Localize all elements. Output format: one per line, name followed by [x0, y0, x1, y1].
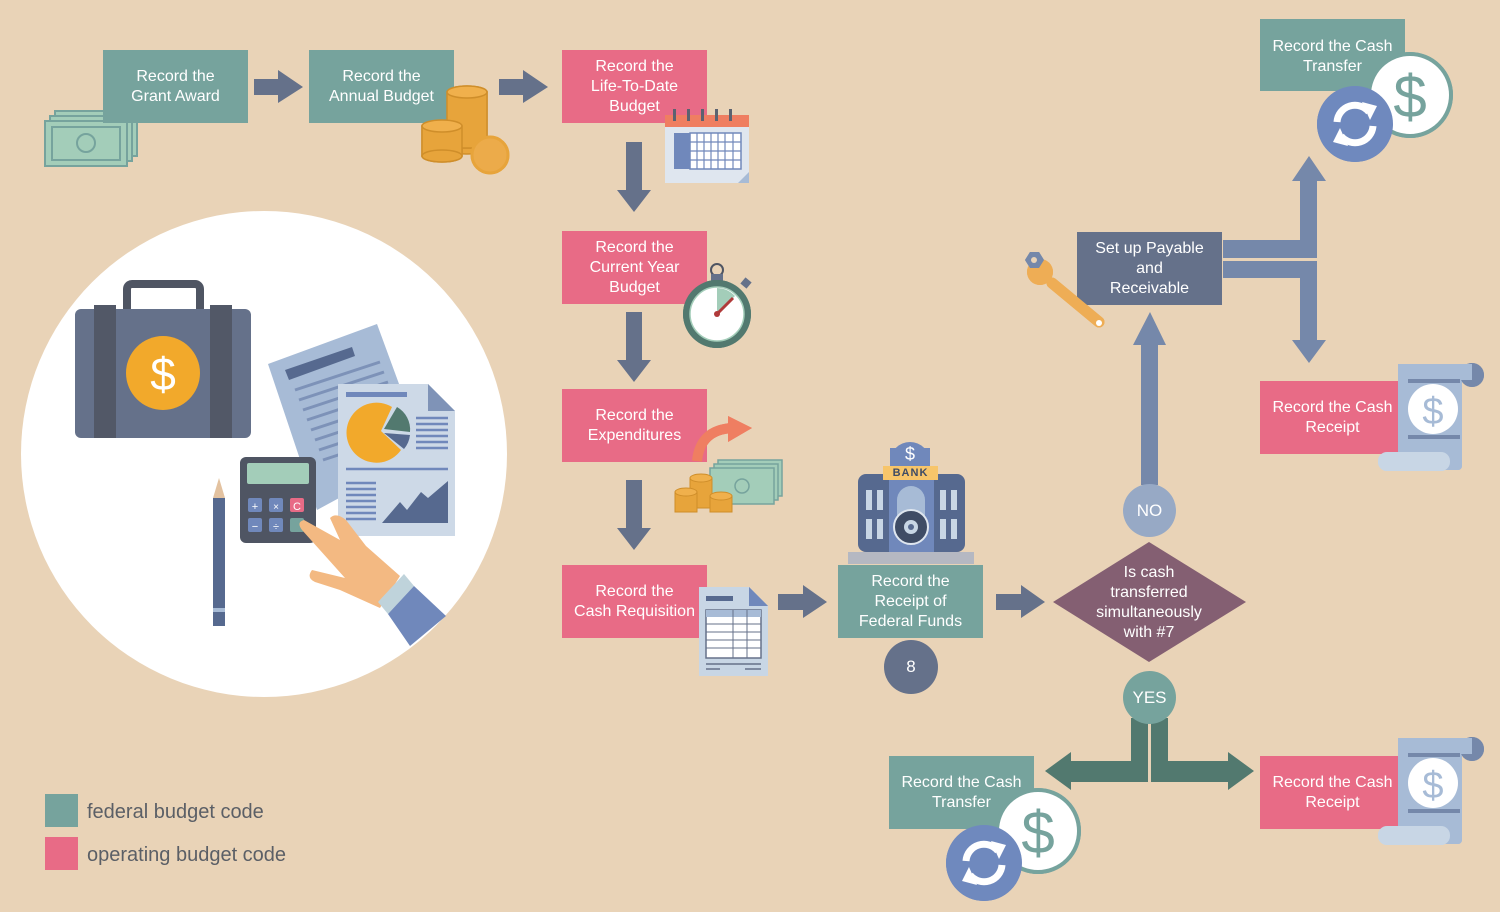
svg-text:$: $ — [1422, 391, 1443, 433]
legend-label-operating: operating budget code — [87, 844, 287, 866]
arrow-lifetodate-to-currentyear — [617, 142, 651, 212]
arrow-grant-to-annual — [254, 70, 303, 103]
svg-text:×: × — [273, 502, 279, 513]
arrow-payable-to-transfer — [1223, 156, 1326, 258]
node-cash-receipt-top[interactable]: Record the Cash Receipt — [1260, 381, 1405, 454]
arrow-yes-to-receipt — [1151, 718, 1254, 790]
arrow-federal-to-decision — [996, 585, 1045, 618]
arrow-payable-to-receipt — [1223, 261, 1326, 363]
svg-text:C: C — [293, 501, 301, 513]
pencil-icon — [213, 478, 225, 626]
arrow-no-to-payable — [1133, 312, 1166, 485]
no-branch-label: NO — [1123, 484, 1176, 537]
svg-text:−: − — [252, 521, 258, 533]
arrow-currentyear-to-expenditures — [617, 312, 651, 382]
sync-icon — [1317, 86, 1393, 162]
node-cash-receipt-bottom[interactable]: Record the Cash Receipt — [1260, 756, 1405, 829]
legend-label-federal: federal budget code — [87, 801, 264, 823]
bank-dollar-icon: $ — [904, 443, 915, 464]
node-cash-requisition[interactable]: Record the Cash Requisition — [562, 565, 707, 638]
node-cash-transfer-bottom[interactable]: Record the Cash Transfer — [889, 756, 1034, 829]
arrow-requisition-to-federal — [778, 585, 827, 618]
decision-question: Is cash transferred simultaneously with … — [1096, 564, 1202, 641]
cash-and-coins-icon — [674, 459, 783, 513]
node-grant-award[interactable]: Record the Grant Award — [103, 50, 248, 123]
svg-text:$: $ — [1422, 765, 1443, 807]
sync-icon — [946, 825, 1022, 901]
node-receipt-federal-funds[interactable]: Record the Receipt of Federal Funds — [838, 565, 983, 638]
node-life-to-date-budget[interactable]: Record the Life-To-Date Budget — [562, 50, 707, 123]
node-cash-transfer-top[interactable]: Record the Cash Transfer — [1260, 19, 1405, 91]
bank-sign: BANK — [892, 467, 929, 479]
arrow-annual-to-lifetodate — [499, 70, 548, 103]
node-annual-budget[interactable]: Record the Annual Budget — [309, 50, 454, 123]
arrow-yes-to-transfer — [1045, 718, 1148, 790]
yes-branch-label: YES — [1123, 671, 1176, 724]
legend-swatch-operating — [45, 837, 78, 870]
node-current-year-budget[interactable]: Record the Current Year Budget — [562, 231, 707, 304]
svg-text:+: + — [252, 501, 258, 513]
svg-text:$: $ — [150, 348, 176, 400]
node-expenditures[interactable]: Record the Expenditures — [562, 389, 707, 462]
node-payable-receivable[interactable]: Set up Payable and Receivable — [1077, 232, 1222, 305]
arrow-expenditures-to-requisition — [617, 480, 651, 550]
step-number-badge: 8 — [884, 640, 938, 694]
requisition-form-icon — [699, 587, 768, 676]
legend-swatch-federal — [45, 794, 78, 827]
svg-text:÷: ÷ — [273, 521, 279, 533]
finance-illustration: $ + × C − ÷ — [21, 211, 507, 697]
